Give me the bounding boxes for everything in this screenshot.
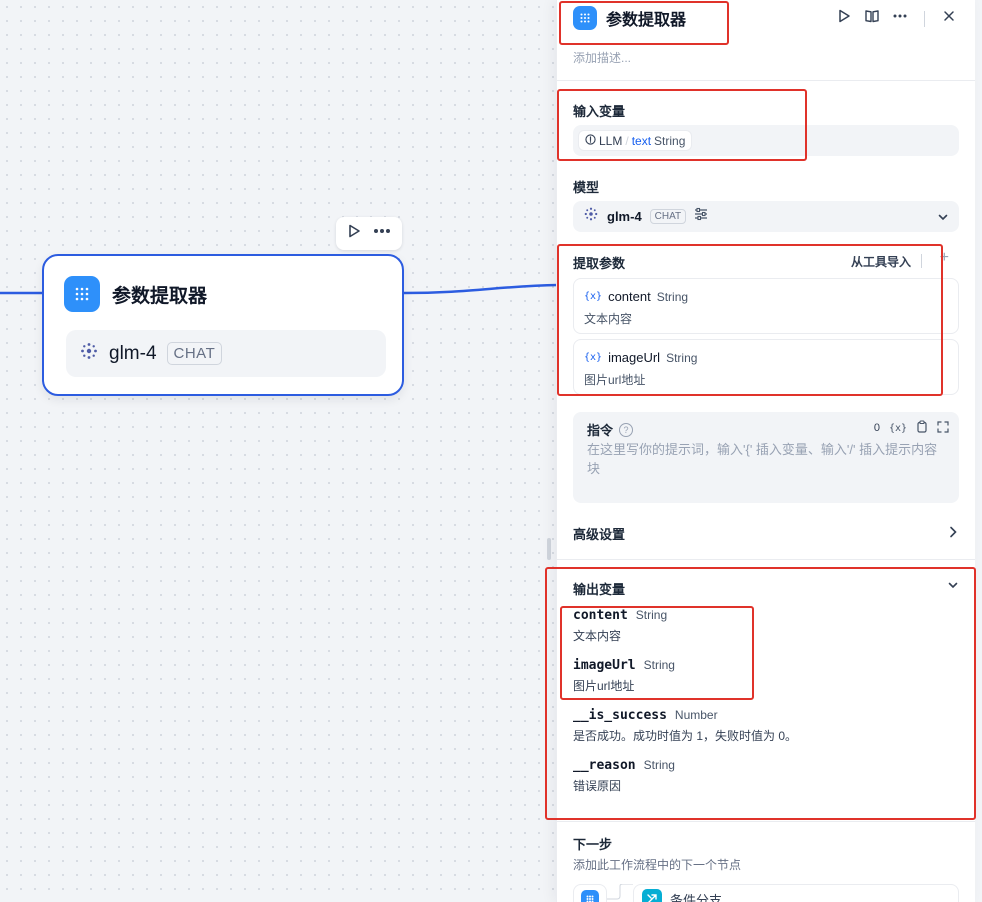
extract-params-label: 提取参数 [573, 256, 626, 271]
param-item[interactable]: {x} content String 文本内容 [573, 278, 959, 334]
copy-icon[interactable] [916, 420, 928, 436]
insert-variable-icon[interactable]: {x} [889, 423, 907, 434]
input-variables-label: 输入变量 [573, 104, 626, 119]
param-description: 文本内容 [584, 312, 633, 326]
model-label: 模型 [573, 180, 600, 195]
branch-icon [642, 889, 662, 902]
node-model-row: glm-4 CHAT [66, 330, 386, 377]
panel-title[interactable]: 参数提取器 [606, 6, 686, 30]
output-variable-description: 错误原因 [573, 779, 622, 793]
param-name: imageUrl [608, 350, 661, 365]
expand-icon[interactable] [937, 420, 949, 436]
import-from-tool-button[interactable]: 从工具导入 [851, 253, 911, 270]
variable-type: String [654, 133, 686, 148]
source-node-name: LLM [599, 133, 623, 148]
model-mode-badge: CHAT [649, 209, 687, 224]
param-type: String [656, 289, 689, 304]
divider [557, 821, 975, 822]
path-separator: / [625, 133, 629, 148]
param-item[interactable]: {x} imageUrl String 图片url地址 [573, 339, 959, 395]
output-variable-item: __is_success Number 是否成功。成功时值为 1，失败时值为 0。 [573, 708, 797, 744]
play-icon[interactable] [346, 223, 362, 244]
description-input[interactable]: 添加描述... [573, 49, 631, 66]
node-model-badge: CHAT [166, 342, 223, 365]
close-icon[interactable] [941, 8, 957, 29]
settings-sliders-icon[interactable] [694, 207, 708, 226]
output-variable-type: String [643, 658, 675, 672]
next-node-condition-branch[interactable]: 条件分支 [633, 884, 959, 902]
divider [557, 559, 975, 560]
output-variable-description: 图片url地址 [573, 679, 635, 693]
divider [924, 10, 925, 27]
input-variable-field[interactable]: LLM / text String [573, 125, 959, 156]
output-variable-description: 是否成功。成功时值为 1，失败时值为 0。 [573, 729, 798, 743]
divider [557, 80, 975, 81]
add-param-button[interactable]: + [940, 249, 949, 267]
node-header: 参数提取器 [64, 276, 207, 312]
parameter-extractor-node[interactable]: 参数提取器 glm-4 CHAT [42, 254, 404, 396]
output-variable-item: imageUrl String 图片url地址 [573, 658, 675, 694]
node-settings-panel: 参数提取器 添加描述... 输入变量 LLM / text String 模型 … [556, 0, 975, 902]
output-variable-type: String [643, 758, 675, 772]
variable-name: text [631, 133, 652, 148]
variable-icon: {x} [584, 352, 603, 363]
chevron-down-icon[interactable] [937, 210, 949, 228]
output-variable-item: content String 文本内容 [573, 608, 667, 644]
branch-label: 条件分支 [670, 892, 723, 902]
next-step-row: 条件分支 [573, 884, 959, 902]
output-variable-name: imageUrl [573, 658, 636, 673]
advanced-settings-label[interactable]: 高级设置 [573, 524, 625, 543]
output-variable-name: __is_success [573, 708, 667, 723]
instruction-placeholder[interactable]: 在这里写你的提示词，输入'{' 插入变量、输入'/' 插入提示内容块 [587, 440, 947, 478]
output-variable-type: String [635, 608, 668, 622]
play-icon[interactable] [836, 8, 852, 29]
model-selector[interactable]: glm-4 CHAT [573, 201, 959, 232]
output-variables-label: 输出变量 [573, 582, 626, 597]
node-model-name: glm-4 [109, 342, 157, 364]
next-step-label: 下一步 [573, 837, 613, 852]
char-count: 0 [873, 422, 880, 434]
grid-icon [573, 6, 597, 30]
chevron-right-icon[interactable] [947, 525, 959, 544]
chevron-down-icon[interactable] [947, 578, 959, 596]
connector-line [607, 884, 633, 900]
current-node-icon [573, 884, 607, 902]
help-icon[interactable]: ? [619, 422, 634, 437]
variable-icon: {x} [584, 291, 603, 302]
model-logo-icon [79, 341, 99, 366]
output-variable-type: Number [674, 708, 718, 722]
panel-actions [836, 8, 957, 29]
param-name: content [608, 289, 651, 304]
book-icon[interactable] [864, 8, 880, 29]
more-icon[interactable] [372, 223, 392, 244]
node-title: 参数提取器 [112, 285, 208, 307]
param-description: 图片url地址 [584, 373, 646, 387]
instruction-label: 指令 [587, 423, 614, 438]
next-step-description: 添加此工作流程中的下一个节点 [573, 858, 742, 872]
model-logo-icon [583, 206, 599, 227]
grid-icon [581, 890, 599, 902]
model-name: glm-4 [607, 209, 642, 224]
panel-header: 参数提取器 [573, 6, 686, 30]
panel-resize-handle[interactable] [547, 538, 551, 560]
variable-chip[interactable]: LLM / text String [578, 130, 693, 151]
output-variable-description: 文本内容 [573, 629, 622, 643]
instruction-editor[interactable]: 指令 ? 0 {x} 在这里写你的提示词，输入'{' 插入变量、输入'/' 插入… [573, 412, 959, 503]
divider [921, 254, 922, 268]
output-variable-name: content [573, 608, 628, 623]
more-icon[interactable] [892, 8, 908, 29]
grid-icon [64, 276, 100, 312]
param-type: String [666, 350, 698, 365]
output-variable-item: __reason String 错误原因 [573, 758, 675, 794]
output-variable-name: __reason [573, 758, 636, 773]
node-toolbar [336, 217, 402, 250]
info-icon [585, 133, 596, 148]
